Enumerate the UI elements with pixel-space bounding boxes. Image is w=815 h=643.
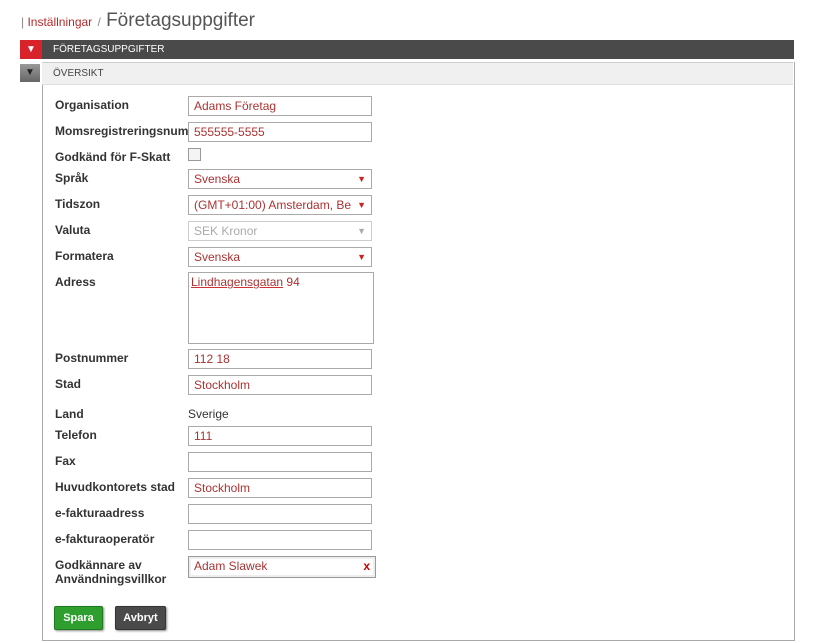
page-title: Företagsuppgifter: [106, 10, 255, 31]
collapse-subsection-icon[interactable]: ▼: [20, 64, 40, 82]
fskatt-checkbox[interactable]: [188, 148, 201, 161]
sprak-label: Språk: [55, 171, 89, 185]
clear-icon[interactable]: x: [363, 557, 370, 575]
telefon-label: Telefon: [55, 428, 97, 442]
dropdown-arrow-icon: ▼: [354, 196, 366, 214]
godkannare-label: Godkännare av Användningsvillkor: [55, 558, 167, 586]
fax-input[interactable]: [188, 452, 372, 472]
tidszon-label: Tidszon: [55, 197, 101, 211]
efakturaadress-input[interactable]: [188, 504, 372, 524]
efakturaoperator-input[interactable]: [188, 530, 372, 550]
adress-label: Adress: [55, 275, 96, 289]
formatera-label: Formatera: [55, 249, 114, 263]
breadcrumb: | Inställningar / Företagsuppgifter: [21, 10, 255, 31]
efakturaadress-label: e-fakturaadress: [55, 506, 145, 520]
collapse-section-icon[interactable]: ▼: [20, 40, 42, 59]
moms-label: Momsregistreringsnum: [55, 124, 189, 138]
dropdown-arrow-icon: ▼: [357, 252, 366, 262]
land-label: Land: [55, 407, 84, 421]
subsection-header: ÖVERSIKT: [42, 62, 793, 85]
overview-panel: [42, 62, 795, 641]
valuta-select: SEK Kronor ▼: [188, 221, 372, 241]
breadcrumb-settings-link[interactable]: Inställningar: [27, 15, 92, 29]
stad-label: Stad: [55, 377, 82, 391]
land-value: Sverige: [188, 407, 229, 421]
postnummer-input[interactable]: 112 18: [188, 349, 372, 369]
postnummer-label: Postnummer: [55, 351, 129, 365]
huvudkontor-label: Huvudkontorets stad: [55, 480, 176, 494]
huvudkontor-input[interactable]: Stockholm: [188, 478, 372, 498]
sprak-select[interactable]: Svenska ▼: [188, 169, 372, 189]
organisation-label: Organisation: [55, 98, 130, 112]
fskatt-label: Godkänd för F-Skatt: [55, 150, 171, 164]
adress-textarea[interactable]: Lindhagensgatan 94: [188, 272, 374, 344]
dropdown-arrow-icon: ▼: [357, 174, 366, 184]
cancel-button[interactable]: Avbryt: [115, 606, 166, 630]
telefon-input[interactable]: 111: [188, 426, 372, 446]
section-title: FÖRETAGSUPPGIFTER: [53, 44, 165, 55]
moms-input[interactable]: 555555-5555: [188, 122, 372, 142]
formatera-select[interactable]: Svenska ▼: [188, 247, 372, 267]
valuta-label: Valuta: [55, 223, 91, 237]
fax-label: Fax: [55, 454, 76, 468]
godkannare-input[interactable]: Adam Slawek x: [188, 556, 376, 578]
save-button[interactable]: Spara: [54, 606, 103, 630]
stad-input[interactable]: Stockholm: [188, 375, 372, 395]
section-header: ▼ FÖRETAGSUPPGIFTER: [20, 40, 794, 59]
efakturaoperator-label: e-fakturaoperatör: [55, 532, 155, 546]
dropdown-arrow-icon: ▼: [357, 226, 366, 236]
tidszon-select[interactable]: (GMT+01:00) Amsterdam, Be ▼: [188, 195, 372, 215]
organisation-input[interactable]: Adams Företag: [188, 96, 372, 116]
